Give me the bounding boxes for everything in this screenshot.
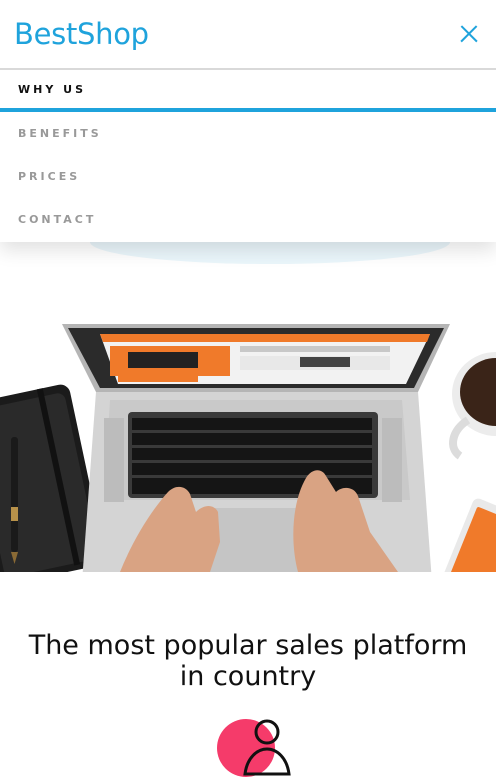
dropdown-menu: WHY US BENEFITS PRICES CONTACT	[0, 68, 496, 242]
laptop-desk-illustration	[0, 242, 496, 572]
close-icon[interactable]	[456, 21, 482, 47]
menu-item-prices[interactable]: PRICES	[0, 155, 496, 198]
logo[interactable]: BestShop	[14, 17, 149, 51]
laptop	[62, 324, 450, 572]
coffee-cup	[449, 352, 496, 460]
menu-item-benefits[interactable]: BENEFITS	[0, 112, 496, 155]
pen	[11, 437, 18, 564]
menu-item-why-us[interactable]: WHY US	[0, 70, 496, 112]
section-headline: The most popular sales platform in count…	[28, 630, 468, 692]
phone	[442, 498, 496, 572]
site-header: BestShop	[0, 0, 496, 68]
user-icon	[217, 716, 291, 777]
menu-item-contact[interactable]: CONTACT	[0, 198, 496, 241]
hero-image	[0, 242, 496, 572]
